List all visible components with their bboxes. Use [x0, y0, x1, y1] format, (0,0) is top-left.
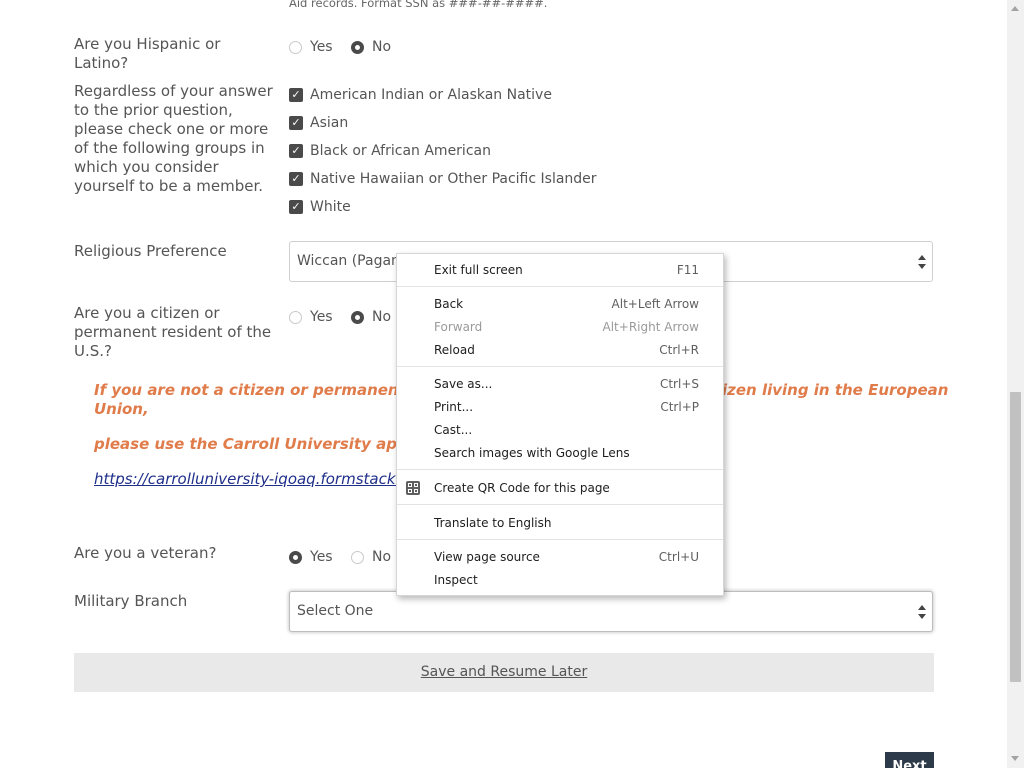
- menu-item-view-page-source[interactable]: View page source Ctrl+U: [397, 546, 723, 568]
- menu-item-search-google-lens[interactable]: Search images with Google Lens: [397, 442, 723, 464]
- international-notice-line1-end: izen living in the European: [722, 381, 949, 399]
- menu-item-cast[interactable]: Cast...: [397, 419, 723, 441]
- menu-separator: [397, 366, 723, 367]
- scroll-down-arrow-icon[interactable]: [1011, 756, 1019, 761]
- race-option[interactable]: ✓ Black or African American: [289, 143, 491, 159]
- menu-item-label: Inspect: [434, 573, 478, 587]
- international-application-link[interactable]: https://carrolluniversity-iqoaq.formstac…: [94, 470, 418, 488]
- radio-checked-icon[interactable]: [351, 310, 364, 324]
- qr-code-icon: [406, 481, 420, 495]
- veteran-no-option[interactable]: No: [351, 549, 391, 565]
- menu-item-label: Reload: [434, 343, 475, 357]
- religion-label: Religious Preference: [74, 242, 227, 260]
- browser-context-menu: Exit full screen F11 Back Alt+Left Arrow…: [396, 253, 724, 596]
- next-button[interactable]: Next: [885, 752, 934, 768]
- menu-item-label: Translate to English: [434, 516, 552, 530]
- hispanic-question-label: Are you Hispanic or Latino?: [74, 35, 221, 72]
- menu-separator: [397, 504, 723, 505]
- radio-checked-icon[interactable]: [351, 40, 364, 54]
- citizen-no-label: No: [372, 309, 392, 325]
- menu-item-exit-full-screen[interactable]: Exit full screen F11: [397, 259, 723, 281]
- checkbox-checked-icon[interactable]: ✓: [289, 116, 303, 130]
- race-option[interactable]: ✓ Native Hawaiian or Other Pacific Islan…: [289, 171, 597, 187]
- hispanic-yes-option[interactable]: Yes: [289, 39, 333, 55]
- menu-item-label: Create QR Code for this page: [434, 481, 610, 495]
- race-option[interactable]: ✓ Asian: [289, 115, 348, 131]
- menu-item-save-as[interactable]: Save as... Ctrl+S: [397, 373, 723, 395]
- scrollbar-thumb[interactable]: [1010, 392, 1021, 682]
- race-option-label: American Indian or Alaskan Native: [310, 87, 552, 103]
- vertical-scrollbar[interactable]: [1007, 0, 1024, 768]
- menu-item-print[interactable]: Print... Ctrl+P: [397, 396, 723, 418]
- menu-item-shortcut: F11: [676, 263, 699, 277]
- menu-separator: [397, 539, 723, 540]
- military-branch-select[interactable]: Select One: [289, 591, 933, 632]
- menu-item-inspect[interactable]: Inspect: [397, 569, 723, 591]
- checkbox-checked-icon[interactable]: ✓: [289, 144, 303, 158]
- ssn-format-note: Aid records. Format SSN as ###-##-####.: [289, 0, 548, 10]
- menu-item-label: Exit full screen: [434, 263, 523, 277]
- menu-item-reload[interactable]: Reload Ctrl+R: [397, 339, 723, 361]
- veteran-no-label: No: [372, 549, 392, 565]
- menu-separator: [397, 469, 723, 470]
- menu-item-label: Back: [434, 297, 464, 311]
- select-arrows-icon: [918, 255, 926, 269]
- radio-unchecked-icon[interactable]: [351, 550, 364, 564]
- menu-item-create-qr-code[interactable]: Create QR Code for this page: [397, 477, 723, 499]
- scroll-up-arrow-icon[interactable]: [1011, 6, 1019, 11]
- save-resume-bar: Save and Resume Later: [74, 653, 934, 692]
- menu-item-shortcut: Ctrl+U: [658, 550, 699, 564]
- menu-item-translate[interactable]: Translate to English: [397, 512, 723, 534]
- menu-item-shortcut: Ctrl+R: [659, 343, 699, 357]
- menu-separator: [397, 286, 723, 287]
- race-question-label: Regardless of your answer to the prior q…: [74, 82, 273, 195]
- checkbox-checked-icon[interactable]: ✓: [289, 200, 303, 214]
- menu-item-shortcut: Alt+Left Arrow: [611, 297, 699, 311]
- religion-select-value: Wiccan (Pagan): [297, 253, 406, 269]
- checkbox-checked-icon[interactable]: ✓: [289, 172, 303, 186]
- menu-item-shortcut: Alt+Right Arrow: [602, 320, 699, 334]
- menu-item-label: View page source: [434, 550, 540, 564]
- radio-unchecked-icon[interactable]: [289, 40, 302, 54]
- select-arrows-icon: [918, 605, 926, 619]
- race-option[interactable]: ✓ White: [289, 199, 351, 215]
- radio-checked-icon[interactable]: [289, 550, 302, 564]
- menu-item-label: Cast...: [434, 423, 473, 437]
- race-option[interactable]: ✓ American Indian or Alaskan Native: [289, 87, 552, 103]
- menu-item-label: Save as...: [434, 377, 493, 391]
- hispanic-no-option[interactable]: No: [351, 39, 391, 55]
- veteran-question-label: Are you a veteran?: [74, 544, 217, 562]
- menu-item-label: Forward: [434, 320, 483, 334]
- veteran-yes-option[interactable]: Yes: [289, 549, 333, 565]
- menu-item-label: Search images with Google Lens: [434, 446, 630, 460]
- citizen-question-label: Are you a citizen or permanent resident …: [74, 304, 272, 360]
- checkbox-checked-icon[interactable]: ✓: [289, 88, 303, 102]
- menu-item-shortcut: Ctrl+P: [660, 400, 699, 414]
- menu-item-back[interactable]: Back Alt+Left Arrow: [397, 293, 723, 315]
- menu-item-forward: Forward Alt+Right Arrow: [397, 316, 723, 338]
- military-branch-label: Military Branch: [74, 592, 188, 610]
- citizen-yes-label: Yes: [310, 309, 333, 325]
- race-option-label: White: [310, 199, 351, 215]
- military-branch-select-value: Select One: [297, 603, 374, 619]
- menu-item-label: Print...: [434, 400, 474, 414]
- international-notice-line1b: Union,: [94, 400, 149, 418]
- menu-item-shortcut: Ctrl+S: [659, 377, 699, 391]
- race-option-label: Black or African American: [310, 143, 491, 159]
- hispanic-no-label: No: [372, 39, 392, 55]
- hispanic-yes-label: Yes: [310, 39, 333, 55]
- citizen-no-option[interactable]: No: [351, 309, 391, 325]
- veteran-yes-label: Yes: [310, 549, 333, 565]
- race-option-label: Native Hawaiian or Other Pacific Islande…: [310, 171, 597, 187]
- radio-unchecked-icon[interactable]: [289, 310, 302, 324]
- citizen-yes-option[interactable]: Yes: [289, 309, 333, 325]
- save-resume-later-link[interactable]: Save and Resume Later: [74, 664, 934, 680]
- race-option-label: Asian: [310, 115, 349, 131]
